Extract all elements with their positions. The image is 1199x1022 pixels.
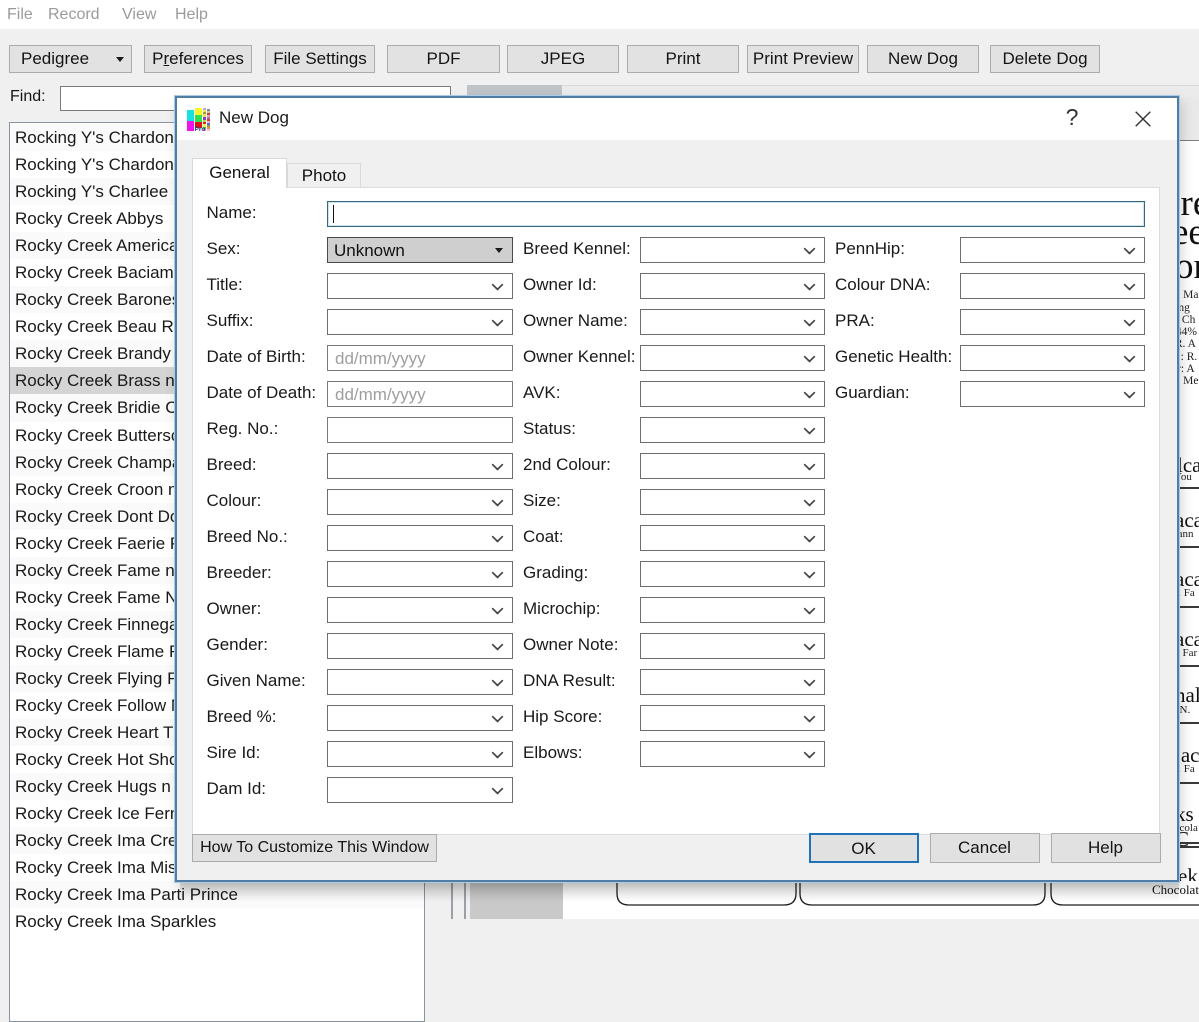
svg-text:Pro: Pro [195, 126, 206, 131]
